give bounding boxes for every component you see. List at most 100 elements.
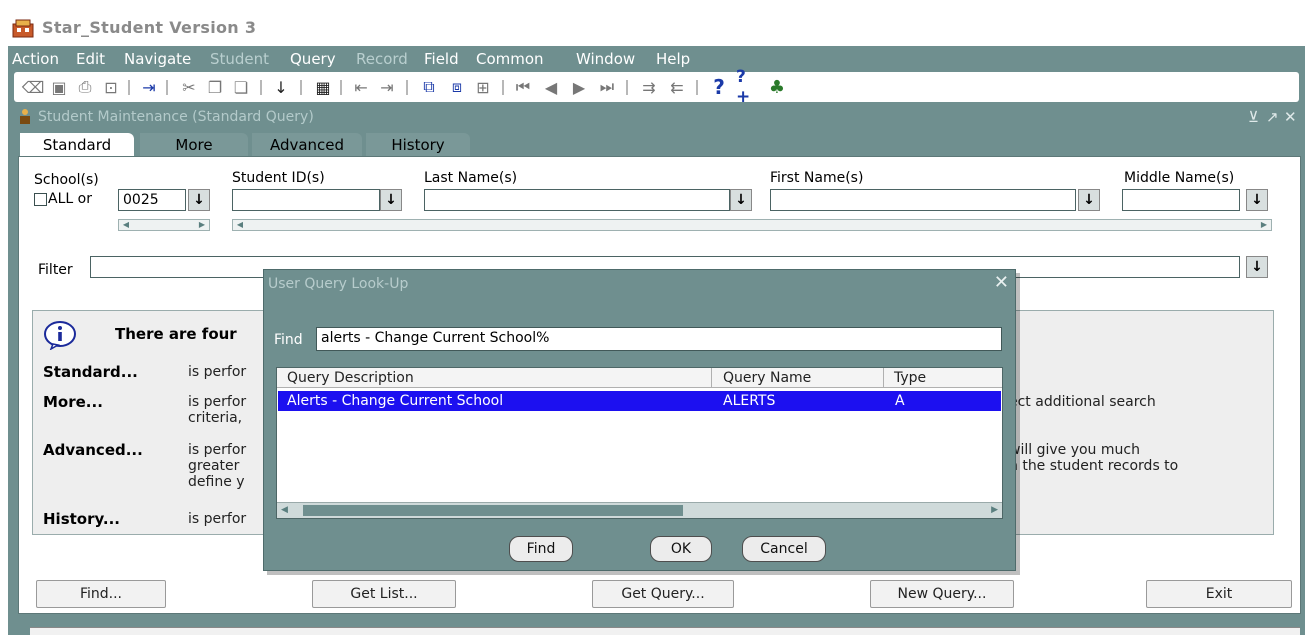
scroll-left-icon[interactable]: ◀ [281, 505, 288, 515]
help-plus-icon[interactable]: ?+ [736, 67, 758, 107]
preview-icon[interactable]: ⊡ [100, 76, 122, 98]
new-query-button[interactable]: New Query... [870, 580, 1014, 608]
app-logo-icon [12, 19, 34, 38]
toolbar-separator [406, 80, 408, 95]
maximize-icon[interactable]: ↗ [1266, 108, 1279, 126]
dialog-title: User Query Look-Up [268, 276, 409, 292]
toolbar-separator [128, 80, 130, 95]
tab-advanced[interactable]: Advanced [252, 133, 362, 157]
menu-help[interactable]: Help [656, 50, 690, 68]
middle-name-input[interactable] [1122, 189, 1240, 211]
enter-query-icon[interactable]: ⧉ [418, 76, 440, 98]
last-name-input[interactable] [424, 189, 730, 211]
scroll-right-icon[interactable]: ▶ [1257, 220, 1271, 230]
execute-query-icon[interactable]: ⧈ [446, 76, 468, 98]
student-form-icon [20, 109, 30, 124]
previous-block-icon[interactable]: ⇇ [666, 76, 688, 98]
menu-common[interactable]: Common [476, 50, 544, 68]
tab-standard[interactable]: Standard [20, 133, 134, 158]
last-name-lov-button[interactable]: ↓ [730, 189, 752, 211]
school-lov-button[interactable]: ↓ [188, 189, 210, 211]
tab-history[interactable]: History [366, 133, 470, 157]
print-icon[interactable]: ⎙ [74, 76, 96, 98]
exit-button[interactable]: Exit [1146, 580, 1292, 608]
cut-icon[interactable]: ✂ [178, 76, 200, 98]
school-scrollbar[interactable]: ◀ ▶ [118, 219, 210, 231]
tree-icon[interactable]: ♣ [766, 76, 788, 98]
help-icon[interactable]: ? [708, 75, 730, 99]
last-name-label: Last Name(s) [424, 170, 518, 186]
scroll-right-icon[interactable]: ▶ [195, 220, 209, 230]
find-button[interactable]: Find... [36, 580, 166, 608]
clear-icon[interactable]: ⌫ [22, 76, 45, 98]
scroll-right-icon[interactable]: ▶ [991, 505, 998, 515]
save-icon[interactable]: ▣ [48, 76, 70, 98]
close-form-icon[interactable]: ✕ [1284, 108, 1297, 126]
menu-field[interactable]: Field [424, 50, 459, 68]
student-id-label: Student ID(s) [232, 170, 325, 186]
printer-icon[interactable]: ▦ [312, 76, 334, 98]
dialog-close-icon[interactable]: ✕ [994, 272, 1009, 293]
info-text-more-right: ect additional search [1009, 394, 1156, 410]
table-header: Query Description Query Name Type [277, 368, 1002, 388]
info-term-history: History... [43, 510, 120, 528]
copy-icon[interactable]: ❐ [204, 76, 226, 98]
info-text-advanced: is perfor greater define y [188, 442, 247, 490]
toolbar-separator [260, 80, 262, 95]
dialog-find-input[interactable]: alerts - Change Current School% [316, 327, 1002, 351]
delete-record-icon[interactable]: ⇥ [376, 76, 398, 98]
row-query-name: ALERTS [723, 393, 776, 409]
filter-label: Filter [38, 262, 73, 278]
menu-window[interactable]: Window [576, 50, 635, 68]
cancel-query-icon[interactable]: ⊞ [472, 76, 494, 98]
get-list-button[interactable]: Get List... [312, 580, 456, 608]
scroll-left-icon[interactable]: ◀ [233, 220, 247, 230]
dialog-cancel-button[interactable]: Cancel [742, 536, 826, 562]
exit-door-icon[interactable]: ⇥ [138, 76, 160, 98]
column-query-name[interactable]: Query Name [723, 370, 811, 386]
all-schools-checkbox[interactable] [34, 193, 47, 206]
info-text-history: is perfor [188, 511, 247, 527]
column-type[interactable]: Type [894, 370, 926, 386]
previous-record-icon[interactable]: ◀ [540, 76, 562, 98]
minimize-icon[interactable]: ⊻ [1248, 108, 1259, 126]
name-fields-scrollbar[interactable]: ◀ ▶ [232, 219, 1272, 231]
last-record-icon[interactable]: ⏭ [596, 76, 618, 98]
info-icon [44, 321, 76, 350]
filter-lov-button[interactable]: ↓ [1246, 256, 1268, 278]
table-horizontal-scrollbar[interactable]: ◀ ▶ [277, 502, 1002, 518]
menu-bar: Action Edit Navigate Student Query Recor… [8, 46, 1305, 70]
table-row[interactable]: Alerts - Change Current School ALERTS A [278, 391, 1001, 411]
info-text-more: is perfor criteria, [188, 394, 247, 426]
menu-record[interactable]: Record [356, 50, 408, 68]
scroll-left-icon[interactable]: ◀ [119, 220, 133, 230]
menu-action[interactable]: Action [12, 50, 59, 68]
next-block-icon[interactable]: ⇉ [638, 76, 660, 98]
dialog-find-button[interactable]: Find [509, 536, 573, 562]
next-record-icon[interactable]: ▶ [568, 76, 590, 98]
first-name-input[interactable] [770, 189, 1076, 211]
school-input[interactable]: 0025 [118, 189, 186, 211]
scrollbar-thumb[interactable] [303, 505, 683, 516]
menu-query[interactable]: Query [290, 50, 336, 68]
first-name-label: First Name(s) [770, 170, 864, 186]
insert-record-icon[interactable]: ⇤ [350, 76, 372, 98]
menu-navigate[interactable]: Navigate [124, 50, 191, 68]
row-query-description: Alerts - Change Current School [287, 393, 504, 409]
down-arrow-icon[interactable]: ↓ [270, 76, 292, 98]
student-id-lov-button[interactable]: ↓ [380, 189, 402, 211]
tab-more[interactable]: More [140, 133, 248, 157]
get-query-button[interactable]: Get Query... [592, 580, 734, 608]
student-id-input[interactable] [232, 189, 380, 211]
first-record-icon[interactable]: ⏮ [512, 76, 534, 98]
menu-student[interactable]: Student [210, 50, 269, 68]
middle-name-lov-button[interactable]: ↓ [1246, 189, 1268, 211]
menu-edit[interactable]: Edit [76, 50, 105, 68]
dialog-ok-button[interactable]: OK [650, 536, 712, 562]
row-type: A [895, 393, 905, 409]
first-name-lov-button[interactable]: ↓ [1078, 189, 1100, 211]
info-term-advanced: Advanced... [43, 441, 143, 459]
column-query-description[interactable]: Query Description [287, 370, 414, 386]
title-bar: Star_Student Version 3 [8, 8, 1305, 46]
paste-icon[interactable]: ❏ [230, 76, 252, 98]
